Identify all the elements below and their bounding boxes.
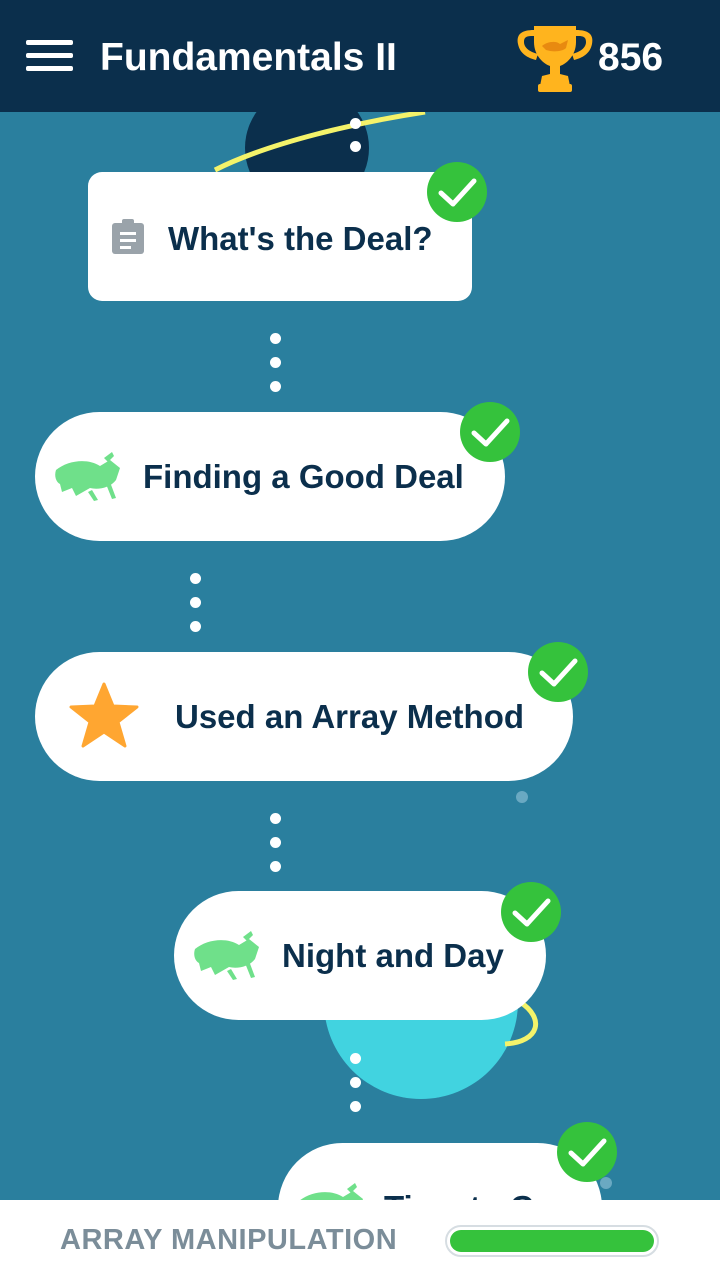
grasshopper-icon: [300, 1183, 363, 1200]
path-dot: [190, 573, 201, 584]
lesson-label: Night and Day: [282, 937, 504, 974]
check-icon: [557, 1122, 617, 1182]
lesson-card-time-to[interactable]: Time to C: [278, 1143, 602, 1200]
check-icon: [460, 402, 520, 462]
topic-label: ARRAY MANIPULATION: [60, 1224, 398, 1256]
path-dot: [270, 357, 281, 368]
progress-fill: [450, 1230, 654, 1252]
lesson-card-night-and-day[interactable]: Night and Day: [174, 891, 546, 1020]
path-dot: [350, 1077, 361, 1088]
lesson-label: Used an Array Method: [175, 698, 525, 735]
lesson-card-finding-a-good-deal[interactable]: Finding a Good Deal: [35, 412, 505, 541]
lesson-label: Finding a Good Deal: [143, 458, 464, 495]
check-icon: [427, 162, 487, 222]
star-icon: [69, 682, 139, 748]
score-count: 856: [598, 36, 664, 79]
hamburger-menu-icon[interactable]: [26, 38, 74, 74]
path-dot: [190, 621, 201, 632]
clipboard-icon: [112, 219, 144, 254]
path-dot: [350, 1053, 361, 1064]
grasshopper-icon: [194, 931, 259, 980]
path-dot: [270, 813, 281, 824]
lesson-card-whats-the-deal[interactable]: What's the Deal?: [88, 172, 472, 301]
check-icon: [501, 882, 561, 942]
trophy-icon: [517, 26, 593, 92]
lesson-card-used-an-array-method[interactable]: Used an Array Method: [35, 652, 573, 781]
path-dot: [270, 837, 281, 848]
progress-bar: [445, 1225, 659, 1257]
path-dot: [270, 381, 281, 392]
path-dot: [270, 861, 281, 872]
path-dot: [350, 1101, 361, 1112]
path-dot: [350, 141, 361, 152]
grasshopper-icon: [55, 452, 120, 501]
path-dot: [270, 333, 281, 344]
page-title: Fundamentals II: [100, 36, 397, 79]
path-dot: [350, 118, 361, 129]
lesson-label: Time to C: [384, 1189, 534, 1200]
check-icon: [528, 642, 588, 702]
lesson-label: What's the Deal?: [168, 220, 433, 257]
top-app-bar: Fundamentals II 856: [0, 0, 720, 112]
path-dot: [190, 597, 201, 608]
lesson-map[interactable]: What's the Deal? Finding a Good Deal Use…: [0, 112, 720, 1200]
